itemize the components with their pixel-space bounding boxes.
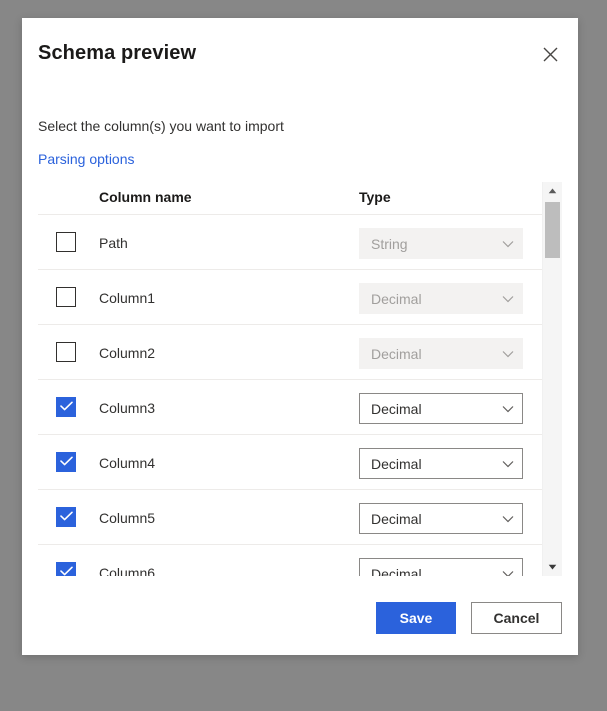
scrollbar-track[interactable]	[543, 200, 562, 558]
type-dropdown[interactable]: Decimal	[359, 503, 523, 534]
row-checkbox[interactable]	[56, 562, 76, 576]
type-dropdown[interactable]: Decimal	[359, 448, 523, 479]
chevron-down-icon	[494, 515, 522, 523]
table-row: Column5 Decimal	[38, 489, 542, 544]
type-dropdown-value: Decimal	[371, 455, 422, 472]
header-column-name: Column name	[99, 189, 192, 205]
schema-table: Column name Type Path String Column1 Decima…	[38, 182, 562, 576]
scrollbar-thumb[interactable]	[545, 202, 560, 258]
page-title: Schema preview	[38, 42, 197, 64]
cancel-button[interactable]: Cancel	[471, 602, 562, 634]
table-row: Column2 Decimal	[38, 324, 542, 379]
table-row: Column6 Decimal	[38, 544, 542, 576]
type-dropdown-value: Decimal	[371, 565, 422, 577]
column-name-label: Column3	[99, 400, 156, 416]
row-checkbox[interactable]	[56, 397, 76, 417]
close-icon	[543, 47, 558, 62]
type-dropdown: Decimal	[359, 338, 523, 369]
table-row: Path String	[38, 214, 542, 269]
type-dropdown[interactable]: Decimal	[359, 393, 523, 424]
chevron-down-icon	[494, 240, 522, 248]
table-row: Column4 Decimal	[38, 434, 542, 489]
chevron-down-icon	[494, 460, 522, 468]
row-checkbox[interactable]	[56, 287, 76, 307]
dialog-footer: Save Cancel	[22, 576, 578, 655]
checkmark-icon	[59, 563, 73, 576]
instruction-text: Select the column(s) you want to import	[38, 118, 284, 134]
column-name-label: Column2	[99, 345, 156, 361]
schema-preview-dialog: Schema preview Select the column(s) you …	[22, 18, 578, 655]
type-dropdown: Decimal	[359, 283, 523, 314]
save-button[interactable]: Save	[376, 602, 456, 634]
column-name-label: Column6	[99, 565, 156, 576]
row-checkbox[interactable]	[56, 232, 76, 252]
checkmark-icon	[59, 398, 73, 416]
scroll-up-arrow-icon[interactable]	[543, 182, 562, 200]
row-checkbox[interactable]	[56, 507, 76, 527]
checkmark-icon	[59, 453, 73, 471]
type-dropdown-value: String	[371, 235, 408, 252]
chevron-down-icon	[494, 350, 522, 358]
type-dropdown-value: Decimal	[371, 290, 422, 307]
dialog-header: Schema preview	[22, 18, 578, 96]
row-checkbox[interactable]	[56, 342, 76, 362]
table-header-row: Column name Type	[38, 182, 562, 214]
column-name-label: Column1	[99, 290, 156, 306]
close-button[interactable]	[534, 38, 566, 70]
chevron-down-icon	[494, 295, 522, 303]
type-dropdown-value: Decimal	[371, 345, 422, 362]
table-row: Column3 Decimal	[38, 379, 542, 434]
type-dropdown[interactable]: Decimal	[359, 558, 523, 576]
type-dropdown-value: Decimal	[371, 400, 422, 417]
type-dropdown: String	[359, 228, 523, 259]
column-name-label: Column4	[99, 455, 156, 471]
table-row: Column1 Decimal	[38, 269, 542, 324]
row-checkbox[interactable]	[56, 452, 76, 472]
parsing-options-link[interactable]: Parsing options	[38, 149, 135, 169]
vertical-scrollbar[interactable]	[542, 182, 562, 576]
table-scroll-viewport[interactable]: Path String Column1 Decimal Column2 Decimal Co…	[38, 214, 562, 576]
column-name-label: Column5	[99, 510, 156, 526]
chevron-down-icon	[494, 405, 522, 413]
checkmark-icon	[59, 508, 73, 526]
column-name-label: Path	[99, 235, 128, 251]
type-dropdown-value: Decimal	[371, 510, 422, 527]
header-type: Type	[359, 189, 391, 205]
scroll-down-arrow-icon[interactable]	[543, 558, 562, 576]
table-body: Path String Column1 Decimal Column2 Decimal Co…	[38, 214, 542, 576]
